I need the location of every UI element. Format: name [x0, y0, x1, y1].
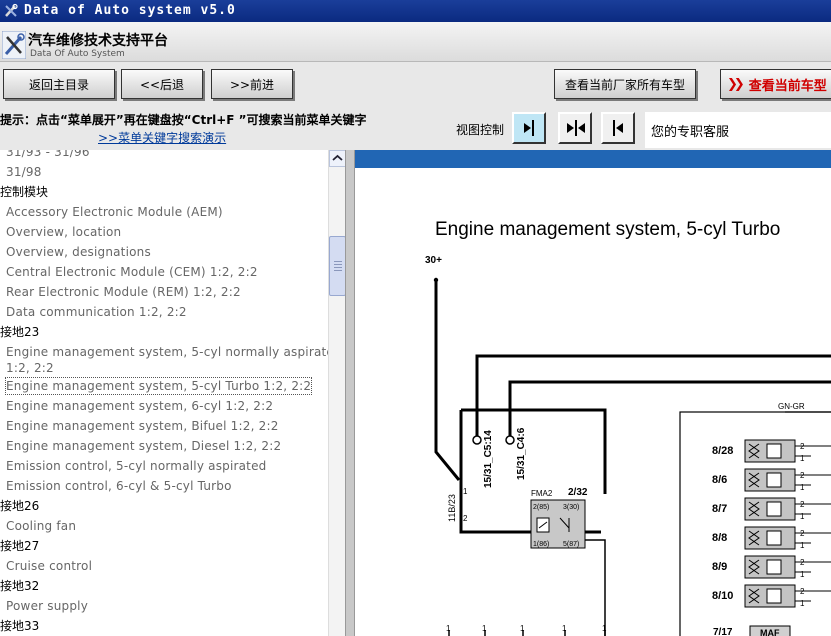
- brand-name: 汽车维修技术支持平台: [28, 33, 168, 49]
- tree-item[interactable]: Central Electronic Module (CEM) 1:2, 2:2: [6, 264, 258, 280]
- current-model-button[interactable]: ❯❯ 查看当前车型: [720, 69, 831, 99]
- app-window: Data of Auto system v5.0 汽车维修技术支持平台 Data…: [0, 0, 831, 636]
- injector-label: 8/7: [712, 503, 727, 515]
- tree-item[interactable]: Accessory Electronic Module (AEM): [6, 204, 223, 220]
- bottom-pin: 1: [482, 624, 487, 633]
- supply-label: 30+: [425, 255, 442, 266]
- tree-item[interactable]: Overview, location: [6, 224, 121, 240]
- hint-bar: 提示：点击“菜单展开”再在键盘按“Ctrl+F ”可搜索当前菜单关键字 >>菜单…: [0, 108, 831, 150]
- relay-pin: 1(86): [533, 541, 549, 548]
- arrow-right-bar-icon: [524, 120, 534, 136]
- injector-pin: 1: [800, 570, 805, 579]
- brand-subtitle: Data Of Auto System: [30, 49, 125, 59]
- tree-item[interactable]: 31/93 - 31/96: [6, 150, 90, 160]
- pin-label: 2: [463, 514, 468, 523]
- title-bar: Data of Auto system v5.0: [0, 0, 831, 22]
- tree-item[interactable]: Engine management system, Diesel 1:2, 2:…: [6, 438, 281, 454]
- wire-label-c5: 15/31_C5:14: [483, 430, 494, 488]
- tree-category[interactable]: 接地33: [0, 618, 39, 634]
- arrows-split-icon: [567, 120, 585, 136]
- relay-pin: 3(30): [563, 504, 579, 511]
- chevron-up-icon: [332, 154, 343, 161]
- relay-name: FMA2: [531, 489, 553, 498]
- diagram-title: Engine management system, 5-cyl Turbo: [435, 219, 780, 240]
- tree-item[interactable]: Power supply: [6, 598, 88, 614]
- scroll-thumb[interactable]: [329, 236, 346, 296]
- view-expand-left-button[interactable]: [601, 112, 635, 144]
- injector-label: 8/9: [712, 561, 727, 573]
- tree-item[interactable]: Engine management system, Bifuel 1:2, 2:…: [6, 418, 279, 434]
- view-control-label: 视图控制: [456, 123, 505, 137]
- wire-color-label: GN-GR: [778, 402, 805, 411]
- pin-label: 1: [463, 487, 468, 496]
- injector-pin: 1: [800, 454, 805, 463]
- double-chevron-icon: ❯❯: [727, 76, 745, 92]
- support-panel: 您的专职客服: [645, 112, 831, 148]
- brand-header: 汽车维修技术支持平台 Data Of Auto System: [0, 22, 831, 62]
- tree-category[interactable]: 接地27: [0, 538, 39, 554]
- relay-pin: 2(85): [533, 504, 549, 511]
- app-icon: [5, 3, 18, 17]
- arrow-left-bar-icon: [613, 120, 623, 136]
- tree-category[interactable]: 接地26: [0, 498, 39, 514]
- tree-item[interactable]: Cooling fan: [6, 518, 76, 534]
- injector-label: 8/28: [712, 445, 733, 457]
- view-expand-right-button[interactable]: [512, 112, 546, 144]
- injector-pin: 1: [800, 483, 805, 492]
- tree-item[interactable]: Emission control, 6-cyl & 5-cyl Turbo: [6, 478, 232, 494]
- pane-splitter[interactable]: [345, 150, 355, 636]
- wire-label-c4: 15/31_C4:6: [516, 427, 527, 480]
- tree-item[interactable]: 31/98: [6, 164, 42, 180]
- home-button[interactable]: 返回主目录: [3, 69, 115, 99]
- injector-pin: 1: [800, 512, 805, 521]
- injector-label: 8/10: [712, 590, 733, 602]
- tree-category[interactable]: 接地32: [0, 578, 39, 594]
- wrench-screwdriver-logo-icon: [2, 31, 26, 59]
- injector-pin: 1: [800, 599, 805, 608]
- current-model-label: 查看当前车型: [748, 78, 827, 94]
- search-hint: 提示：点击“菜单展开”再在键盘按“Ctrl+F ”可搜索当前菜单关键字: [0, 113, 367, 127]
- bottom-pin: 1: [446, 624, 451, 633]
- tree-item[interactable]: Engine management system, 5-cyl normally…: [6, 344, 328, 360]
- tree-category[interactable]: 控制模块: [0, 184, 48, 200]
- tree-item[interactable]: Engine management system, 6-cyl 1:2, 2:2: [6, 398, 273, 414]
- tree-item[interactable]: Rear Electronic Module (REM) 1:2, 2:2: [6, 284, 241, 300]
- toolbar: 返回主目录 <<后退 >>前进 查看当前厂家所有车型 ❯❯ 查看当前车型: [0, 62, 831, 108]
- tree-item[interactable]: Overview, designations: [6, 244, 151, 260]
- tree-item[interactable]: Data communication 1:2, 2:2: [6, 304, 187, 320]
- injector-pin: 1: [800, 541, 805, 550]
- tree-item[interactable]: Emission control, 5-cyl normally aspirat…: [6, 458, 267, 474]
- tree-category[interactable]: 接地23: [0, 324, 39, 340]
- relay-ref: 2/32: [568, 487, 588, 498]
- maf-label: MAF: [760, 628, 780, 636]
- view-split-button[interactable]: [558, 112, 592, 144]
- menu-tree: 31/93 - 31/96 31/98 控制模块 Accessory Electron…: [0, 150, 328, 636]
- tree-item[interactable]: 1:2, 2:2: [6, 360, 54, 376]
- connector-label: 11B/23: [447, 494, 457, 522]
- support-label: 您的专职客服: [651, 125, 730, 140]
- injector-label: 8/6: [712, 474, 727, 486]
- back-button[interactable]: <<后退: [121, 69, 203, 99]
- wiring-diagram: Engine management system, 5-cyl Turbo 30…: [355, 150, 831, 636]
- tree-scrollbar[interactable]: [328, 150, 346, 636]
- bottom-pin: 1: [602, 624, 607, 633]
- window-title: Data of Auto system v5.0: [24, 3, 236, 18]
- maf-ref: 7/17: [713, 627, 733, 636]
- forward-button[interactable]: >>前进: [211, 69, 293, 99]
- tree-item[interactable]: Engine management system, 5-cyl Turbo 1:…: [4, 377, 313, 395]
- wiring-diagram-pane: Engine management system, 5-cyl Turbo 30…: [355, 150, 831, 636]
- all-models-button[interactable]: 查看当前厂家所有车型: [554, 69, 696, 99]
- injector-label: 8/8: [712, 532, 727, 544]
- search-demo-link[interactable]: >>菜单关键字搜索演示: [98, 129, 226, 146]
- scroll-up-button[interactable]: [329, 150, 346, 167]
- bottom-pin: 1: [562, 624, 567, 633]
- bottom-pin: 1: [520, 624, 525, 633]
- relay-pin: 5(87): [563, 541, 579, 548]
- tree-item[interactable]: Cruise control: [6, 558, 92, 574]
